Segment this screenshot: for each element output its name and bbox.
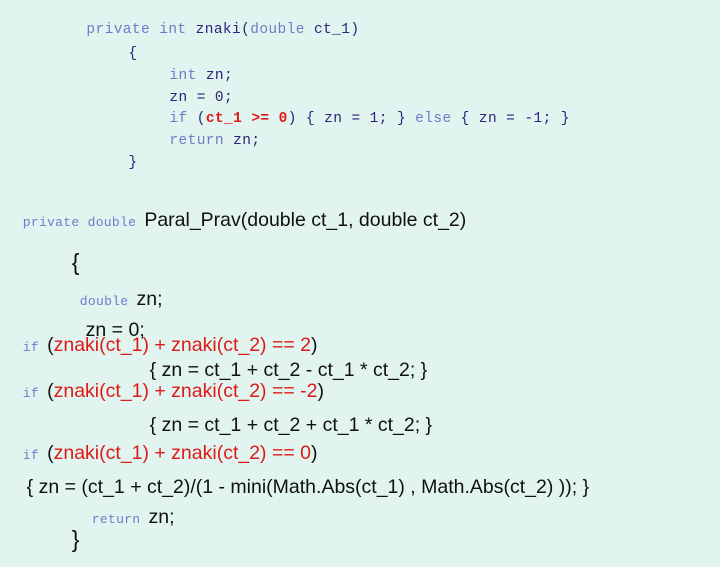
keyword-else: else bbox=[415, 110, 452, 127]
identifier-znaki: znaki( bbox=[195, 21, 251, 38]
brace-open-b: { bbox=[71, 249, 80, 275]
keyword-return-b: return bbox=[91, 512, 149, 527]
code-line-a6: return zn; bbox=[133, 119, 260, 163]
identifier-zn-return: zn; bbox=[224, 132, 261, 149]
code-line-a7-close-brace: } bbox=[92, 141, 138, 185]
keyword-double: double bbox=[250, 21, 305, 38]
else-branch-a5: { zn = -1; } bbox=[451, 110, 570, 127]
code-line-a2-open-brace: { bbox=[92, 32, 138, 76]
keyword-if-b5: if bbox=[22, 340, 48, 355]
brace-close-a: } bbox=[128, 154, 138, 171]
identifier-zn-return-b: zn; bbox=[148, 506, 175, 528]
keyword-return: return bbox=[169, 132, 225, 149]
brace-close-b: } bbox=[71, 526, 80, 552]
signature-paral-prav: Paral_Prav(double ct_1, double ct_2) bbox=[144, 209, 467, 231]
code-line-b11: return zn; bbox=[74, 492, 175, 544]
keyword-private-double: private double bbox=[22, 215, 145, 230]
keyword-if-b7: if bbox=[22, 386, 48, 401]
identifier-ct1-param: ct_1) bbox=[304, 21, 360, 38]
code-slide: private int znaki(double ct_1) { int zn;… bbox=[0, 0, 720, 551]
then-branch-a5: ) { zn = 1; } bbox=[287, 110, 416, 127]
